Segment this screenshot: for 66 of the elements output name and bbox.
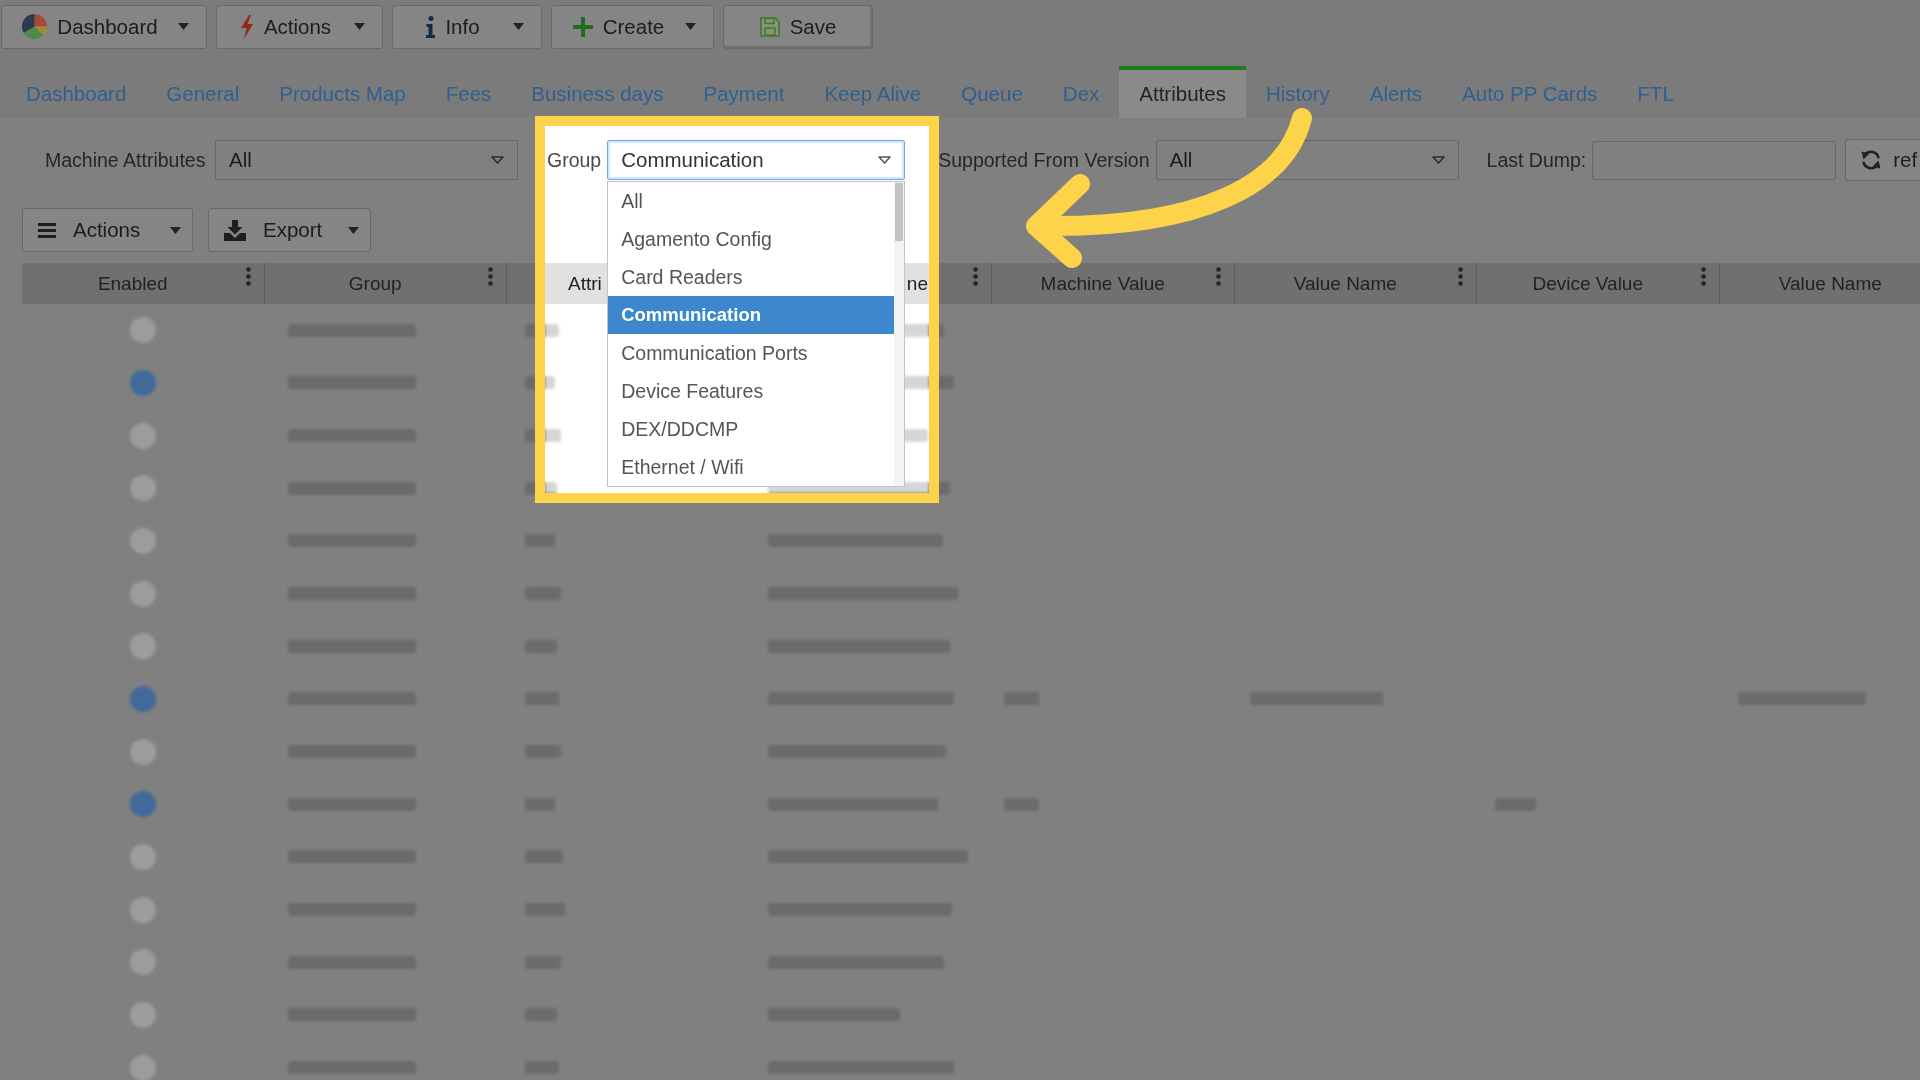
dropdown-option[interactable]: Card Readers [608, 258, 895, 296]
column-header[interactable]: Group [348, 272, 402, 295]
field-label: Machine Attributes [45, 148, 207, 172]
checkbox[interactable] [130, 580, 157, 607]
dropdown-option[interactable]: Communication Ports [608, 334, 895, 372]
checkbox[interactable] [130, 843, 157, 870]
dropdown-option[interactable]: Ethernet / Wifi [608, 448, 895, 486]
save-button[interactable]: Save [723, 4, 873, 49]
kebab-menu-icon[interactable] [1700, 267, 1706, 286]
field-label: Supported From Version [938, 148, 1150, 172]
refresh-button[interactable]: ref [1845, 139, 1920, 181]
refresh-icon [1860, 149, 1883, 171]
caret-icon [491, 156, 504, 164]
kebab-menu-icon[interactable] [1458, 267, 1463, 286]
scrollbar-track[interactable] [894, 182, 905, 486]
column-header[interactable]: ne [906, 272, 928, 295]
kebab-menu-icon[interactable] [973, 267, 978, 286]
dropdown-option[interactable]: Agamento Config [608, 220, 895, 258]
info-icon [426, 15, 436, 38]
kebab-menu-icon[interactable] [245, 267, 251, 286]
kebab-menu-icon[interactable] [1215, 267, 1221, 286]
dropdown-field[interactable]: All [1155, 140, 1459, 180]
caret-icon [1431, 156, 1445, 164]
checkbox[interactable] [130, 633, 157, 660]
download-icon [224, 219, 246, 241]
column-header[interactable]: Enabled [97, 272, 168, 295]
dropdown-option[interactable]: DEX/DDCMP [608, 410, 895, 448]
lightning-icon [239, 14, 254, 39]
checkbox[interactable] [130, 738, 157, 765]
actions-menu-button[interactable]: Actions [216, 4, 383, 49]
export-button[interactable]: Export [208, 208, 371, 252]
checkbox[interactable] [130, 317, 157, 344]
actions-menu-button[interactable]: Actions [22, 208, 193, 252]
dropdown-field[interactable]: All [215, 140, 518, 180]
checkbox[interactable] [130, 685, 157, 712]
pie-chart-icon [22, 14, 48, 39]
column-header[interactable]: Value Name [1778, 272, 1882, 295]
dropdown-option[interactable]: Communication [608, 296, 895, 334]
scrollbar-thumb[interactable] [895, 183, 904, 241]
dashboard-menu-button[interactable]: Dashboard [1, 4, 207, 49]
checkbox[interactable] [130, 791, 157, 818]
menu-icon [38, 222, 56, 238]
checkbox[interactable] [130, 1054, 157, 1080]
column-header[interactable]: Value Name [1293, 272, 1397, 295]
checkbox[interactable] [130, 475, 157, 502]
dropdown-option[interactable]: All [608, 182, 895, 220]
create-menu-button[interactable]: Create [551, 4, 714, 49]
plus-icon [572, 16, 593, 37]
checkbox[interactable] [130, 422, 157, 449]
tab[interactable]: Attributes [1119, 66, 1246, 118]
info-menu-button[interactable]: Info [392, 4, 542, 49]
column-header[interactable]: Attri [568, 272, 602, 295]
checkbox[interactable] [130, 896, 157, 923]
field-label: Last Dump: [1486, 148, 1587, 172]
column-header[interactable]: Device Value [1532, 272, 1643, 295]
column-header[interactable]: Machine Value [1040, 272, 1165, 295]
text-input[interactable] [1592, 140, 1837, 180]
field-label: Group [547, 148, 602, 172]
dropdown-field[interactable]: Communication [607, 140, 906, 180]
kebab-menu-icon[interactable] [488, 267, 493, 286]
checkbox[interactable] [130, 527, 157, 554]
checkbox[interactable] [130, 370, 157, 396]
dropdown-option[interactable]: Device Features [608, 372, 895, 410]
checkbox[interactable] [130, 949, 157, 976]
checkbox[interactable] [130, 1001, 157, 1028]
caret-icon [878, 156, 892, 164]
